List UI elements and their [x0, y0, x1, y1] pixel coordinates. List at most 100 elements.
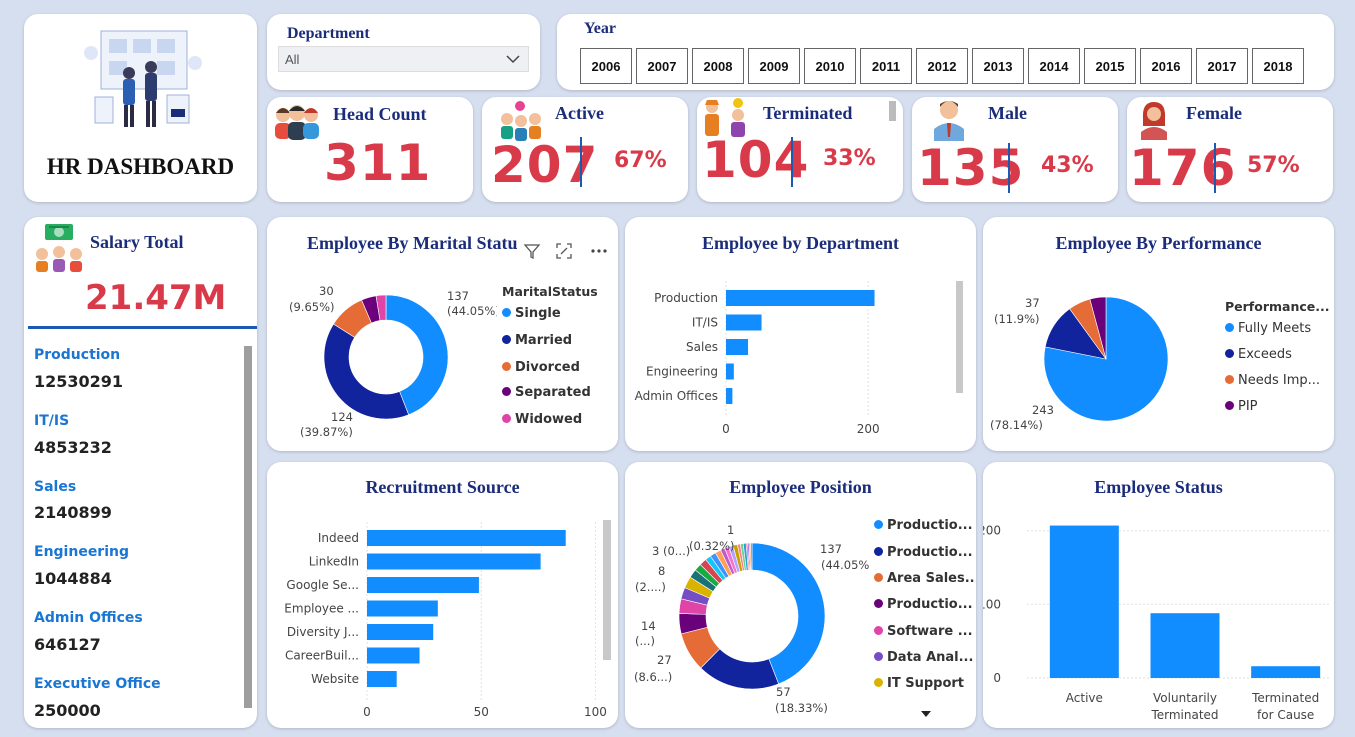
salary-scrollbar[interactable]	[244, 346, 252, 708]
scroll-handle[interactable]	[889, 101, 896, 121]
year-button[interactable]: 2007	[636, 48, 688, 84]
position-slice[interactable]	[750, 542, 753, 571]
salary-dept-value: 646127	[34, 635, 101, 654]
marital-legend-item[interactable]: Widowed	[502, 412, 582, 427]
year-button[interactable]: 2008	[692, 48, 744, 84]
recruitment-bar[interactable]	[367, 671, 397, 687]
category-label: Active	[1066, 691, 1103, 705]
year-button[interactable]: 2013	[972, 48, 1024, 84]
year-label: 2017	[1207, 58, 1237, 74]
year-button[interactable]: 2016	[1140, 48, 1192, 84]
marital-chart-title: Employee By Marital Status	[307, 233, 525, 253]
department-bar[interactable]	[726, 314, 762, 331]
position-data-label: 137	[820, 542, 842, 556]
position-donut-chart: 137 (44.05%) 57 (18.33%) 27 (8.6...) 14 …	[634, 523, 870, 715]
filter-icon[interactable]	[523, 242, 541, 260]
department-bar[interactable]	[726, 388, 733, 404]
position-legend-item[interactable]: Productio...	[874, 597, 973, 612]
focus-mode-icon[interactable]	[555, 242, 573, 260]
female-value: 176	[1129, 139, 1237, 197]
year-button[interactable]: 2009	[748, 48, 800, 84]
marital-data-label: 30	[319, 284, 334, 298]
position-legend-item[interactable]: Productio...	[874, 545, 973, 560]
status-bar[interactable]	[1251, 666, 1321, 678]
recruitment-bar[interactable]	[367, 600, 438, 617]
legend-dot-icon	[1225, 401, 1234, 410]
recruitment-bar[interactable]	[367, 624, 434, 640]
status-bar[interactable]	[1150, 613, 1220, 678]
head-count-label: Head Count	[333, 104, 427, 124]
marital-legend-item[interactable]: Married	[502, 333, 572, 348]
active-percent: 67%	[614, 148, 667, 173]
legend-dot-icon	[502, 362, 511, 371]
department-bar[interactable]	[726, 290, 875, 306]
performance-legend-item[interactable]: PIP	[1225, 399, 1258, 414]
department-scrollbar[interactable]	[956, 281, 963, 393]
year-button[interactable]: 2012	[916, 48, 968, 84]
salary-dept-value: 2140899	[34, 503, 112, 522]
marital-chart-body: 137 (44.05%) 124 (39.87%) 30 (9.65%) Mar…	[267, 269, 618, 451]
department-bar[interactable]	[726, 339, 749, 355]
legend-scroll-down-icon[interactable]	[920, 710, 932, 718]
recruitment-scrollbar[interactable]	[603, 520, 611, 660]
position-data-label: (2....)	[635, 580, 666, 594]
marital-slice[interactable]	[323, 323, 410, 420]
salary-total-value: 21.47M	[85, 278, 227, 318]
salary-dept-label: Production	[34, 347, 121, 363]
marital-data-label: (44.05%)	[447, 304, 497, 318]
performance-legend-item[interactable]: Fully Meets	[1225, 321, 1311, 336]
marital-legend-item[interactable]: Divorced	[502, 360, 580, 375]
year-button[interactable]: 2011	[860, 48, 912, 84]
position-legend-item[interactable]: Data Anal...	[874, 650, 973, 665]
department-filter-label: Department	[287, 25, 370, 42]
recruitment-bar[interactable]	[367, 530, 566, 546]
year-label: 2010	[815, 58, 845, 74]
salary-panel: Salary Total 21.47M Production 12530291 …	[24, 217, 257, 728]
position-data-label: 1	[727, 523, 734, 537]
category-label: CareerBuil...	[285, 649, 359, 663]
performance-data-label: 243	[1032, 403, 1054, 417]
more-options-icon[interactable]	[589, 242, 609, 260]
performance-legend-item[interactable]: Exceeds	[1225, 347, 1292, 362]
year-button[interactable]: 2015	[1084, 48, 1136, 84]
team-celebration-icon	[501, 101, 541, 141]
female-avatar-icon	[1141, 102, 1167, 140]
category-label: Terminated	[1251, 691, 1319, 705]
department-bar[interactable]	[726, 363, 734, 380]
active-value: 207	[491, 136, 599, 194]
recruitment-bar[interactable]	[367, 647, 420, 664]
year-button[interactable]: 2014	[1028, 48, 1080, 84]
marital-legend-item[interactable]: Single	[502, 306, 561, 321]
year-button[interactable]: 2018	[1252, 48, 1304, 84]
recruitment-bar[interactable]	[367, 577, 479, 593]
male-avatar-icon	[934, 101, 964, 141]
performance-legend-item[interactable]: Needs Imp...	[1225, 373, 1320, 388]
axis-tick-label: 0	[722, 422, 730, 436]
position-data-label: (44.05%)	[821, 558, 870, 572]
department-dropdown[interactable]: All	[278, 46, 529, 72]
female-label: Female	[1186, 103, 1242, 123]
marital-data-label: (9.65%)	[289, 300, 335, 314]
year-button[interactable]: 2017	[1196, 48, 1248, 84]
marital-legend-item[interactable]: Separated	[502, 385, 591, 400]
year-button[interactable]: 2006	[580, 48, 632, 84]
position-legend-item[interactable]: Area Sales...	[874, 571, 976, 586]
position-data-label: 3 (0...)	[652, 544, 690, 558]
legend-label: Area Sales...	[887, 571, 976, 586]
year-button[interactable]: 2010	[804, 48, 856, 84]
legend-label: Productio...	[887, 518, 973, 533]
position-legend-item[interactable]: Productio...	[874, 518, 973, 533]
legend-label: Fully Meets	[1238, 321, 1312, 336]
legend-dot-icon	[874, 678, 883, 687]
salary-total-label: Salary Total	[90, 232, 184, 252]
status-bar[interactable]	[1049, 525, 1119, 678]
category-label: Production	[654, 291, 718, 305]
position-legend-item[interactable]: Software ...	[874, 624, 973, 639]
logo-card: HR DASHBOARD	[24, 14, 257, 202]
recruitment-bar[interactable]	[367, 553, 541, 570]
category-label: Voluntarily	[1153, 691, 1217, 705]
position-legend-item[interactable]: IT Support	[874, 676, 964, 691]
year-label: 2006	[591, 58, 621, 74]
performance-chart-title: Employee By Performance	[1055, 233, 1262, 253]
department-bar-chart: 0 200 Production IT/IS Sales Engineering Admin…	[635, 281, 880, 436]
